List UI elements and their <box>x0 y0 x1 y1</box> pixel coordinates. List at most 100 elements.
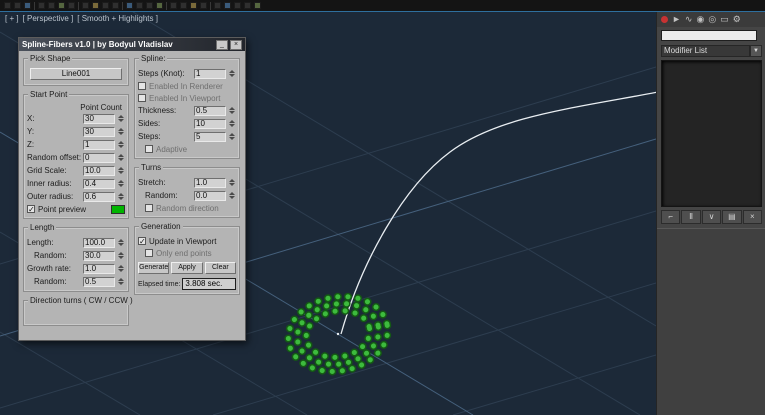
create-tab-icon[interactable]: ► <box>672 15 681 24</box>
stretch-field[interactable]: 1.0 <box>194 178 226 188</box>
spinner[interactable] <box>227 132 236 142</box>
toolbar-icon[interactable] <box>68 2 75 9</box>
spline-fibers-dialog[interactable]: Spline-Fibers v1.0 | by Bodyul Vladislav… <box>18 37 246 341</box>
show-end-result-button[interactable]: Ⅱ <box>681 210 700 224</box>
configure-modifier-sets-button[interactable]: × <box>743 210 762 224</box>
spinner[interactable] <box>116 264 125 274</box>
spinner[interactable] <box>116 153 125 163</box>
toolbar-icon[interactable] <box>48 2 55 9</box>
length-random-field[interactable]: 30.0 <box>83 251 115 261</box>
toolbar-icon[interactable] <box>92 2 99 9</box>
adaptive-row: Adaptive <box>138 143 236 155</box>
spinner[interactable] <box>227 106 236 116</box>
enabled-renderer-checkbox[interactable] <box>138 82 146 90</box>
toolbar-icon[interactable] <box>156 2 163 9</box>
red-dot-icon <box>661 16 668 23</box>
spinner[interactable] <box>116 166 125 176</box>
toolbar-icon[interactable] <box>112 2 119 9</box>
outer-radius-field[interactable]: 0.6 <box>83 192 115 202</box>
close-button[interactable]: × <box>230 40 242 50</box>
field-label: Random: <box>138 191 194 200</box>
toolbar-icon[interactable] <box>136 2 143 9</box>
toolbar-icon[interactable] <box>82 2 89 9</box>
spinner[interactable] <box>116 140 125 150</box>
field-label: Random: <box>27 277 83 286</box>
spinner[interactable] <box>227 69 236 79</box>
spinner[interactable] <box>116 127 125 137</box>
z-field[interactable]: 1 <box>83 140 115 150</box>
adaptive-checkbox[interactable] <box>145 145 153 153</box>
toolbar-icon[interactable] <box>244 2 251 9</box>
dialog-title-bar[interactable]: Spline-Fibers v1.0 | by Bodyul Vladislav… <box>19 38 245 51</box>
update-viewport-checkbox[interactable]: ✓ <box>138 237 146 245</box>
utilities-tab-icon[interactable]: ⚙ <box>733 15 741 24</box>
toolbar-icon[interactable] <box>234 2 241 9</box>
point-preview-checkbox[interactable]: ✓ <box>27 205 35 213</box>
object-name-field[interactable] <box>661 30 757 41</box>
toolbar-icon[interactable] <box>126 2 133 9</box>
spinner[interactable] <box>116 251 125 261</box>
toolbar-icon[interactable] <box>254 2 261 9</box>
steps-knot-field[interactable]: 1 <box>194 69 226 79</box>
spinner[interactable] <box>116 192 125 202</box>
toolbar-icon[interactable] <box>58 2 65 9</box>
toolbar-icon[interactable] <box>224 2 231 9</box>
random-offset-field[interactable]: 0 <box>83 153 115 163</box>
modify-tab-icon[interactable]: ∿ <box>685 15 693 24</box>
x-field[interactable]: 30 <box>83 114 115 124</box>
chevron-down-icon[interactable]: ▼ <box>750 45 762 57</box>
growth-random-field[interactable]: 0.5 <box>83 277 115 287</box>
inner-radius-field[interactable]: 0.4 <box>83 179 115 189</box>
minimize-button[interactable]: _ <box>216 40 228 50</box>
apply-button[interactable]: Apply <box>171 262 202 274</box>
display-tab-icon[interactable]: ▭ <box>720 15 729 24</box>
spinner[interactable] <box>227 178 236 188</box>
toolbar-icon[interactable] <box>24 2 31 9</box>
make-unique-button[interactable]: ∨ <box>702 210 721 224</box>
dialog-body: Pick Shape Line001 Start Point Point Cou… <box>19 51 245 330</box>
viewport-menu-view[interactable]: [ Perspective ] <box>23 14 74 23</box>
steps-field[interactable]: 5 <box>194 132 226 142</box>
viewport-menu-plus[interactable]: [ + ] <box>5 14 19 23</box>
remove-modifier-button[interactable]: ▤ <box>722 210 741 224</box>
motion-tab-icon[interactable]: ◎ <box>708 15 716 24</box>
modifier-list-dropdown[interactable]: Modifier List ▼ <box>661 45 762 57</box>
toolbar-icon[interactable] <box>190 2 197 9</box>
toolbar-icon[interactable] <box>102 2 109 9</box>
toolbar-icon[interactable] <box>200 2 207 9</box>
pick-shape-button[interactable]: Line001 <box>30 68 122 80</box>
preview-color-swatch[interactable] <box>111 205 125 214</box>
clear-button[interactable]: Clear <box>205 262 236 274</box>
only-end-points-checkbox[interactable] <box>145 249 153 257</box>
toolbar-icon[interactable] <box>4 2 11 9</box>
toolbar-icon[interactable] <box>14 2 21 9</box>
modifier-stack[interactable] <box>661 60 762 207</box>
toolbar-icon[interactable] <box>180 2 187 9</box>
hierarchy-tab-icon[interactable]: ◉ <box>696 15 704 24</box>
spinner[interactable] <box>116 114 125 124</box>
pin-stack-button[interactable]: ⌐ <box>661 210 680 224</box>
spinner[interactable] <box>116 277 125 287</box>
spinner[interactable] <box>227 191 236 201</box>
viewport-menu-shading[interactable]: [ Smooth + Highlights ] <box>77 14 158 23</box>
length-field[interactable]: 100.0 <box>83 238 115 248</box>
generate-button[interactable]: Generate <box>138 262 169 274</box>
field-label: Steps (Knot): <box>138 69 194 78</box>
toolbar-icon[interactable] <box>146 2 153 9</box>
toolbar-icon[interactable] <box>214 2 221 9</box>
toolbar-icon[interactable] <box>38 2 45 9</box>
spinner[interactable] <box>227 119 236 129</box>
grid-scale-field[interactable]: 10.0 <box>83 166 115 176</box>
spinner[interactable] <box>116 179 125 189</box>
thickness-field[interactable]: 0.5 <box>194 106 226 116</box>
growth-rate-field[interactable]: 1.0 <box>83 264 115 274</box>
sides-field[interactable]: 10 <box>194 119 226 129</box>
turns-random-field[interactable]: 0.0 <box>194 191 226 201</box>
y-field[interactable]: 30 <box>83 127 115 137</box>
toolbar-icon[interactable] <box>170 2 177 9</box>
spinner[interactable] <box>116 238 125 248</box>
random-direction-checkbox[interactable] <box>145 204 153 212</box>
enabled-viewport-checkbox[interactable] <box>138 94 146 102</box>
point-count-label: Point Count <box>27 103 125 112</box>
group-title: Start Point <box>28 90 69 99</box>
